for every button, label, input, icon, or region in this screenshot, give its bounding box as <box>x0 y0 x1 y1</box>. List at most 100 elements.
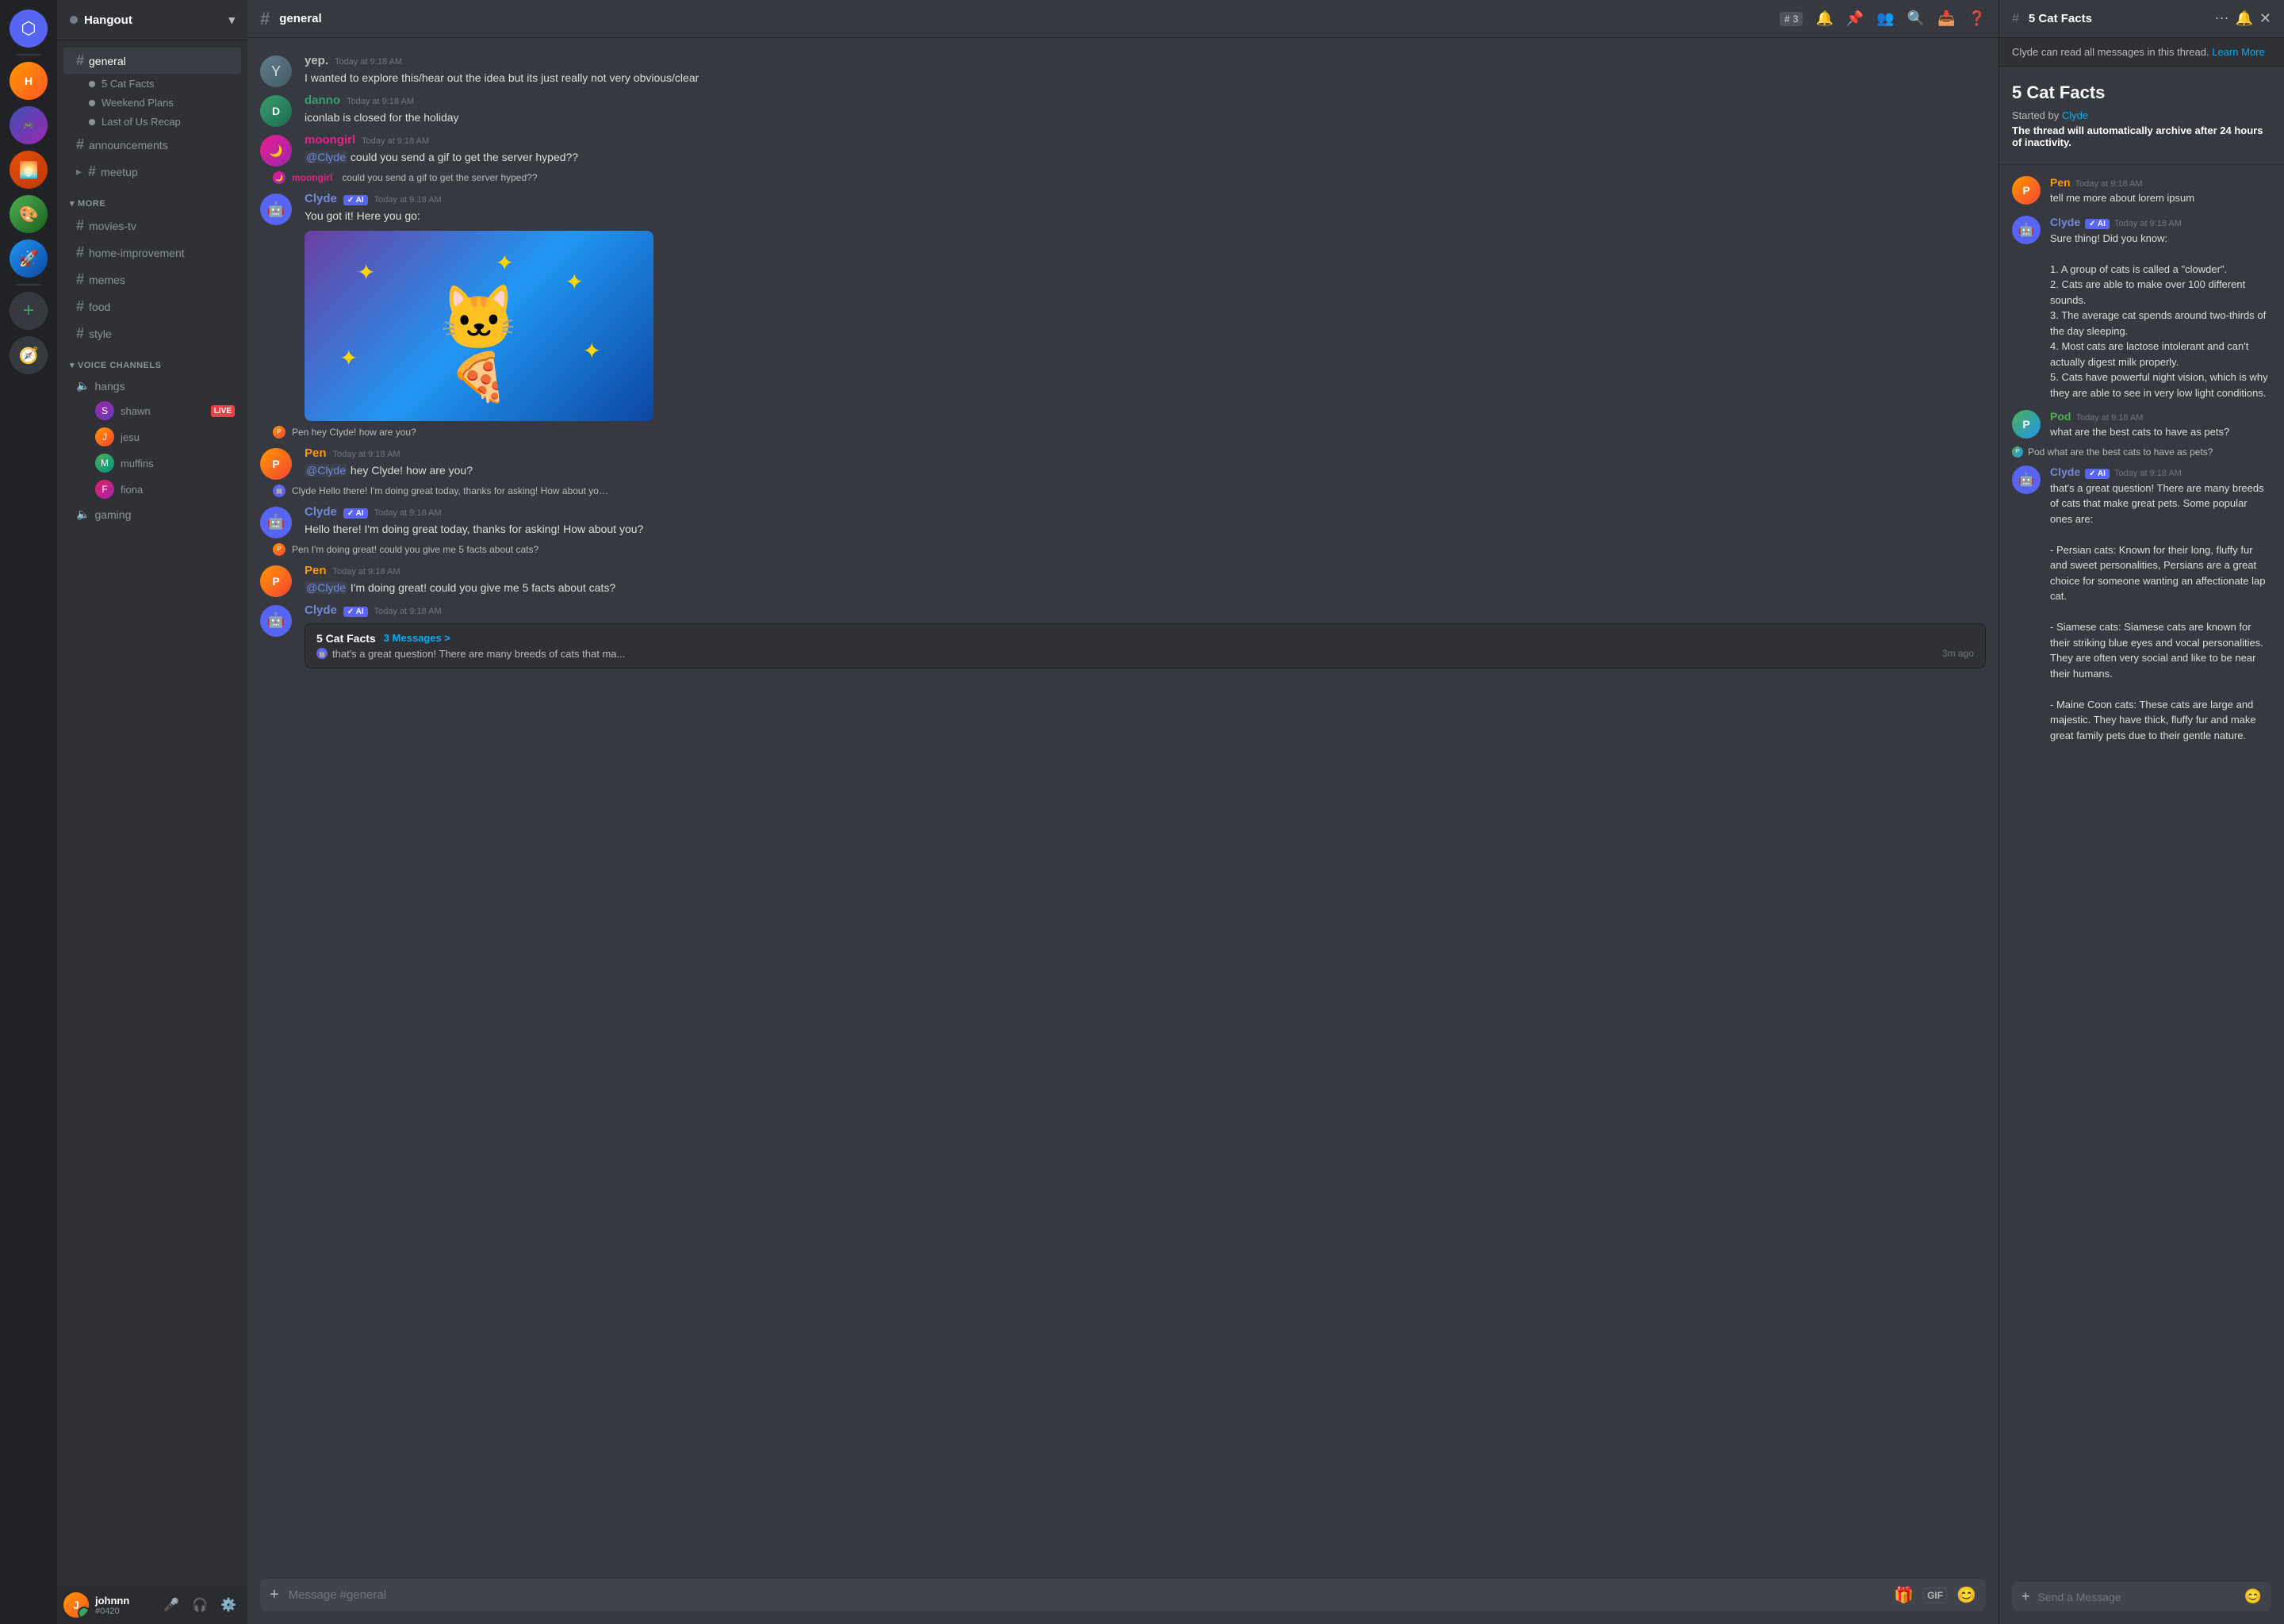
message-text-4: You got it! Here you go: <box>305 209 1986 224</box>
server-icon-2[interactable]: 🎮 <box>10 106 48 144</box>
server-divider <box>16 54 41 56</box>
add-server-button[interactable]: + <box>10 292 48 330</box>
message-content-6: Clyde ✓ AI Today at 9:18 AM Hello there!… <box>305 505 1986 538</box>
message-author-danno[interactable]: danno <box>305 94 340 107</box>
pin-icon[interactable]: 📌 <box>1846 10 1864 27</box>
sparkle-2: ✦ <box>565 269 584 295</box>
channel-item-announcements[interactable]: # announcements <box>63 132 241 158</box>
inbox-icon[interactable]: 📥 <box>1937 10 1955 27</box>
thread-dot-2 <box>89 100 95 106</box>
channel-item-general[interactable]: # general <box>63 48 241 74</box>
server-icon-5[interactable]: 🚀 <box>10 239 48 278</box>
members-icon[interactable]: 👥 <box>1876 10 1894 27</box>
message-author-yep[interactable]: yep. <box>305 54 328 67</box>
server-icon-4[interactable]: 🎨 <box>10 195 48 233</box>
deafen-button[interactable]: 🎧 <box>187 1592 213 1618</box>
thread-item-weekendplans[interactable]: Weekend Plans <box>63 94 241 112</box>
add-attachment-button[interactable]: + <box>270 1580 279 1611</box>
channel-item-home-improvement[interactable]: # home-improvement <box>63 239 241 266</box>
voice-user-muffins[interactable]: M muffins <box>63 450 241 476</box>
channel-item-food[interactable]: # food <box>63 293 241 320</box>
thread-count-badge[interactable]: # 3 <box>1780 12 1803 26</box>
voice-user-jesu[interactable]: J jesu <box>63 424 241 450</box>
more-section-header[interactable]: ▾ MORE <box>57 186 247 212</box>
thread-msg-author-clyde-2[interactable]: Clyde <box>2050 465 2080 478</box>
explore-servers-button[interactable]: 🧭 <box>10 336 48 374</box>
message-group-5: P Pen Today at 9:18 AM @Clyde hey Clyde!… <box>247 443 1998 483</box>
message-author-clyde-3[interactable]: Clyde <box>305 603 337 617</box>
channel-name-announcements: announcements <box>89 139 168 151</box>
quoted-text-pen-1: Pen hey Clyde! how are you? <box>292 427 416 438</box>
message-time-1: Today at 9:18 AM <box>335 57 402 67</box>
thread-preview-text: that's a great question! There are many … <box>332 648 625 660</box>
thread-count: 3 <box>1793 13 1799 25</box>
mute-button[interactable]: 🎤 <box>159 1592 184 1618</box>
quoted-message-moongirl: 🌙 moongirl could you send a gif to get t… <box>260 171 1986 187</box>
thread-message-input[interactable] <box>2038 1583 2236 1611</box>
thread-add-button[interactable]: + <box>2021 1582 2030 1611</box>
server-header[interactable]: Hangout ▾ <box>57 0 247 40</box>
message-content-1: yep. Today at 9:18 AM I wanted to explor… <box>305 54 1986 87</box>
server-icon-3[interactable]: 🌅 <box>10 151 48 189</box>
message-text-5: @Clyde hey Clyde! how are you? <box>305 463 1986 479</box>
channel-name-general: general <box>89 55 126 67</box>
thread-dot <box>89 81 95 87</box>
message-input-right-icons: 🎁 GIF 😊 <box>1894 1579 1976 1611</box>
message-author-clyde-2[interactable]: Clyde <box>305 505 337 519</box>
thread-msg-author-pen[interactable]: Pen <box>2050 176 2071 189</box>
message-author-clyde-1[interactable]: Clyde <box>305 192 337 205</box>
notification-bell-icon[interactable]: 🔔 <box>1815 10 1833 27</box>
voice-collapse-icon: ▾ <box>70 360 75 370</box>
settings-button[interactable]: ⚙️ <box>216 1592 241 1618</box>
thread-preview-header: 5 Cat Facts 3 Messages > <box>316 632 1974 645</box>
thread-msg-author-pod[interactable]: Pod <box>2050 410 2071 423</box>
voice-user-name-fiona: fiona <box>121 484 143 496</box>
thread-item-lastofus[interactable]: Last of Us Recap <box>63 113 241 131</box>
channel-name-style: style <box>89 327 112 340</box>
thread-banner-link[interactable]: Learn More <box>2212 46 2264 58</box>
thread-msg-4: 🤖 Clyde ✓ AI Today at 9:18 AM that's a g… <box>1999 461 2284 749</box>
thread-more-icon[interactable]: ⋯ <box>2214 10 2228 27</box>
message-time-8: Today at 9:18 AM <box>374 607 442 616</box>
quoted-msg-7: P Pen I'm doing great! could you give me… <box>247 542 1998 561</box>
channel-item-style[interactable]: # style <box>63 320 241 347</box>
search-icon[interactable]: 🔍 <box>1907 10 1925 27</box>
thread-item-5catfacts[interactable]: 5 Cat Facts <box>63 75 241 93</box>
gif-button[interactable]: GIF <box>1923 1588 1947 1603</box>
discord-home-icon[interactable]: ⬡ <box>10 10 48 48</box>
thread-name-weekendplans: Weekend Plans <box>102 97 174 109</box>
channel-item-meetup[interactable]: ▸ # meetup <box>63 159 241 185</box>
voice-channel-hangs[interactable]: 🔈 hangs <box>63 374 241 397</box>
ai-badge-3: ✓ AI <box>343 607 368 617</box>
voice-channel-gaming[interactable]: 🔈 gaming <box>63 503 241 526</box>
thread-msg-author-clyde-1[interactable]: Clyde <box>2050 216 2080 228</box>
message-author-moongirl[interactable]: moongirl <box>305 133 355 147</box>
emoji-button[interactable]: 😊 <box>1956 1579 1976 1611</box>
voice-channel-name-gaming: gaming <box>94 508 131 521</box>
chat-hash-icon: # <box>260 9 270 29</box>
message-input[interactable] <box>289 1579 1885 1611</box>
voice-user-shawn[interactable]: S shawn LIVE <box>63 398 241 423</box>
thread-emoji-button[interactable]: 😊 <box>2244 1582 2262 1611</box>
message-author-pen-1[interactable]: Pen <box>305 446 327 460</box>
live-badge-shawn: LIVE <box>211 405 235 417</box>
thread-archive-text: The thread will automatically archive af… <box>2012 124 2217 136</box>
help-icon[interactable]: ❓ <box>1968 10 1986 27</box>
channel-item-movies-tv[interactable]: # movies-tv <box>63 213 241 239</box>
thread-avatar-pod: P <box>2012 410 2041 439</box>
thread-archive-hours: 24 hours <box>2220 124 2263 136</box>
gift-icon[interactable]: 🎁 <box>1894 1579 1914 1611</box>
thread-notification-icon[interactable]: 🔔 <box>2235 10 2252 27</box>
quoted-text-moongirl: could you send a gif to get the server h… <box>342 172 537 183</box>
thread-input-area: + 😊 <box>1999 1582 2284 1624</box>
cat-pizza-image: ✦ ✦ ✦ ✦ ✦ <box>305 231 653 421</box>
server-icon-1[interactable]: H <box>10 62 48 100</box>
thread-close-icon[interactable]: ✕ <box>2259 10 2271 27</box>
user-avatar[interactable]: J <box>63 1592 89 1618</box>
message-author-pen-2[interactable]: Pen <box>305 564 327 577</box>
message-text-3: @Clyde could you send a gif to get the s… <box>305 150 1986 166</box>
voice-user-fiona[interactable]: F fiona <box>63 477 241 502</box>
channel-item-memes[interactable]: # memes <box>63 266 241 293</box>
voice-section-header[interactable]: ▾ VOICE CHANNELS <box>57 347 247 373</box>
thread-messages-link[interactable]: 3 Messages > <box>384 632 450 644</box>
